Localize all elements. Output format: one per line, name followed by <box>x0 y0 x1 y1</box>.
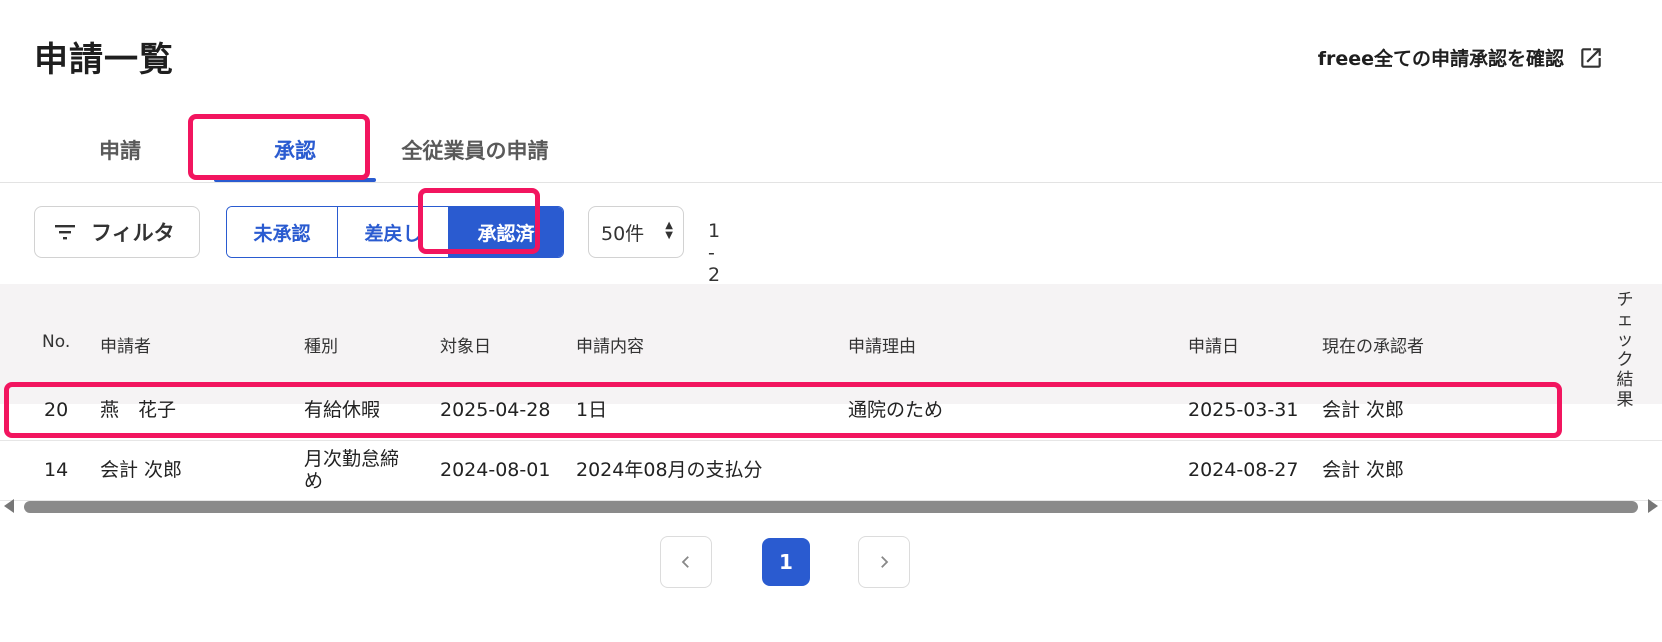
tab-label: 承認 <box>274 139 316 163</box>
tab-label: 申請 <box>99 139 141 163</box>
table-row[interactable]: 14 会計 次郎 月次勤怠締め 2024-08-01 2024年08月の支払分 … <box>0 440 1662 501</box>
cell-applied-date: 2025-03-31 <box>1188 399 1299 421</box>
cell-target-date: 2025-04-28 <box>440 399 551 421</box>
cell-type: 月次勤怠締め <box>304 448 400 492</box>
horizontal-scrollbar[interactable] <box>0 496 1662 516</box>
cell-applied-date: 2024-08-27 <box>1188 459 1299 481</box>
cell-approver: 会計 次郎 <box>1322 459 1405 481</box>
next-page-button[interactable] <box>858 536 910 588</box>
cell-applicant: 燕 花子 <box>100 399 177 421</box>
per-page-value: 50件 <box>601 222 645 245</box>
cell-content: 2024年08月の支払分 <box>576 459 763 481</box>
chevron-left-icon <box>681 556 689 568</box>
filter-icon <box>55 225 75 240</box>
prev-page-button[interactable] <box>660 536 712 588</box>
header-applicant: 申請者 <box>100 337 151 357</box>
scrollbar-thumb[interactable] <box>24 501 1638 513</box>
tab-applications[interactable]: 申請 <box>34 118 206 182</box>
cell-no: 14 <box>44 459 69 481</box>
header-content: 申請内容 <box>576 337 644 357</box>
header-reason: 申請理由 <box>848 337 916 357</box>
filter-label: フィルタ <box>91 221 175 245</box>
external-link-icon <box>1581 47 1601 68</box>
table-row[interactable]: 20 燕 花子 有給休暇 2025-04-28 1日 通院のため 2025-03… <box>0 380 1662 441</box>
page-title: 申請一覧 <box>34 40 174 80</box>
per-page-select[interactable]: 50件 ▲ ▼ <box>588 206 684 258</box>
cell-content: 1日 <box>576 399 608 421</box>
tab-approvals[interactable]: 承認 <box>206 118 384 182</box>
cell-type: 有給休暇 <box>304 399 381 421</box>
tabs-divider <box>0 182 1662 183</box>
cell-no: 20 <box>44 399 69 421</box>
status-unapproved-button[interactable]: 未承認 <box>227 207 338 257</box>
pagination: 1 <box>660 536 920 590</box>
header-type: 種別 <box>304 337 338 357</box>
applications-table: No. 申請者 種別 対象日 申請内容 申請理由 申請日 現在の承認者 チェック… <box>0 284 1662 530</box>
external-link-label: freee全ての申請承認を確認 <box>1317 48 1564 70</box>
status-segmented-control: 未承認 差戻し 承認済 <box>226 206 564 258</box>
scroll-right-arrow-icon[interactable] <box>1648 499 1658 513</box>
header-target-date: 対象日 <box>440 337 491 357</box>
cell-applicant: 会計 次郎 <box>100 459 183 481</box>
status-returned-button[interactable]: 差戻し <box>338 207 449 257</box>
header-applied-date: 申請日 <box>1188 337 1239 357</box>
cell-reason: 通院のため <box>848 399 944 421</box>
filter-button[interactable]: フィルタ <box>34 206 200 258</box>
external-link[interactable]: freee全ての申請承認を確認 <box>1318 44 1604 71</box>
cell-approver: 会計 次郎 <box>1322 399 1405 421</box>
cell-target-date: 2024-08-01 <box>440 459 551 481</box>
select-arrows-icon: ▲ ▼ <box>665 220 673 241</box>
page-number-button[interactable]: 1 <box>762 538 810 586</box>
chevron-right-icon <box>881 556 889 568</box>
scroll-left-arrow-icon[interactable] <box>4 499 14 513</box>
tab-bar: 申請 承認 全従業員の申請 <box>34 118 566 182</box>
status-approved-button[interactable]: 承認済 <box>449 207 563 257</box>
tab-all-employees[interactable]: 全従業員の申請 <box>384 118 566 182</box>
header-no: No. <box>42 332 71 352</box>
tab-label: 全従業員の申請 <box>401 139 549 163</box>
header-approver: 現在の承認者 <box>1322 337 1424 357</box>
